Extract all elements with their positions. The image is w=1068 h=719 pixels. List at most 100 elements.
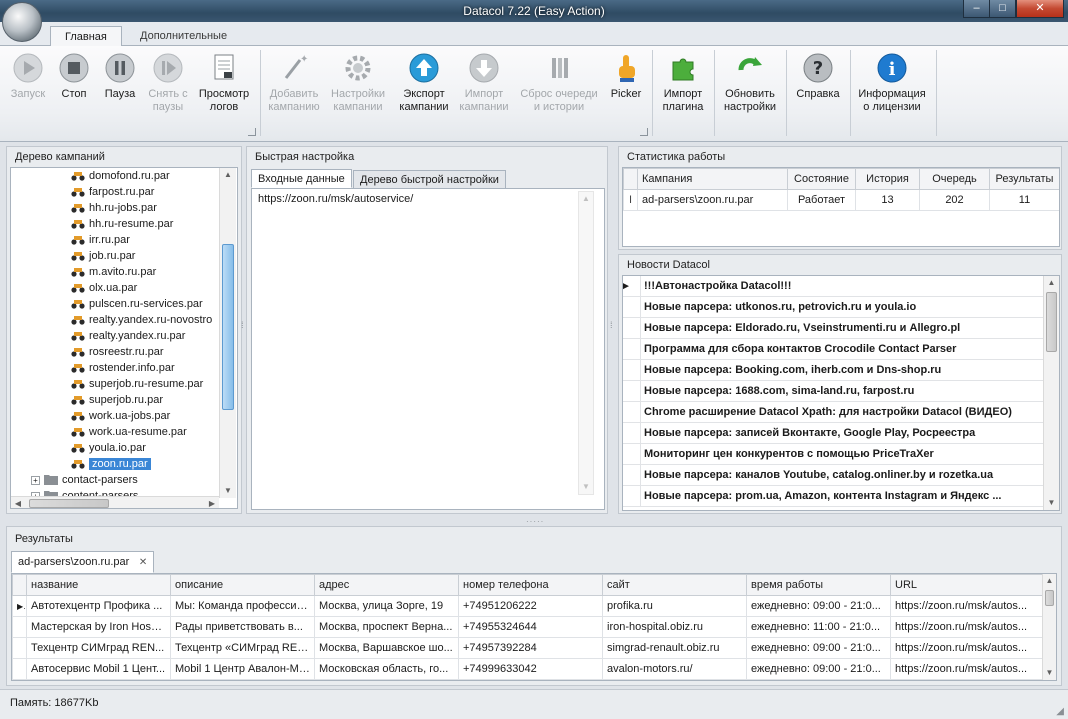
group-launcher-icon[interactable] xyxy=(640,128,648,136)
tab-quick-tree[interactable]: Дерево быстрой настройки xyxy=(353,170,506,189)
scroll-thumb[interactable] xyxy=(1046,292,1057,352)
tree-item[interactable]: hh.ru-jobs.par xyxy=(71,200,157,216)
picker-button[interactable]: Picker xyxy=(606,50,646,122)
tree-item[interactable]: olx.ua.par xyxy=(71,280,137,296)
tree-item[interactable]: farpost.ru.par xyxy=(71,184,154,200)
group-launcher-icon[interactable] xyxy=(248,128,256,136)
tab-main[interactable]: Главная xyxy=(50,26,122,47)
tab-extra[interactable]: Дополнительные xyxy=(126,26,241,47)
news-item[interactable]: Chrome расширение Datacol Xpath: для нас… xyxy=(623,402,1043,423)
news-scrollbar[interactable]: ▲ ▼ xyxy=(1043,276,1059,510)
tab-input-data[interactable]: Входные данные xyxy=(251,169,352,188)
splitter-grip-left[interactable]: ⁞ xyxy=(241,320,244,330)
close-tab-icon[interactable]: ✕ xyxy=(139,552,147,573)
tree-item[interactable]: domofond.ru.par xyxy=(71,168,170,184)
col-header-campaign[interactable]: Кампания xyxy=(637,168,788,190)
scroll-up-icon[interactable]: ▲ xyxy=(220,168,236,182)
col-header-url[interactable]: URL xyxy=(890,574,1043,596)
view-logs-button[interactable]: Просмотр логов xyxy=(196,50,252,122)
pause-button[interactable]: Пауза xyxy=(98,50,142,122)
splitter-grip-bottom[interactable]: ····· xyxy=(526,517,544,526)
expand-icon[interactable]: + xyxy=(31,476,40,485)
import-campaign-button[interactable]: Импорт кампании xyxy=(456,50,512,122)
resize-grip-icon[interactable]: ◢ xyxy=(1056,706,1064,717)
tree-item[interactable]: work.ua-jobs.par xyxy=(71,408,170,424)
results-grid[interactable]: название описание адрес номер телефона с… xyxy=(11,573,1057,681)
help-button[interactable]: ? Справка xyxy=(790,50,846,122)
tree-item[interactable]: rosreestr.ru.par xyxy=(71,344,164,360)
news-item[interactable]: ▸ !!!Автонастройка Datacol!!! xyxy=(623,276,1043,297)
tree-scrollbar[interactable]: ▲ ▼ xyxy=(219,168,236,498)
campaign-settings-button[interactable]: Настройки кампании xyxy=(328,50,388,122)
input-url-text[interactable]: https://zoon.ru/msk/autoservice/ xyxy=(258,193,578,205)
tree-item[interactable]: irr.ru.par xyxy=(71,232,130,248)
table-row[interactable]: Мастерская by Iron Hosp... Рады приветств… xyxy=(12,616,1043,638)
col-header-results[interactable]: Результаты xyxy=(989,168,1059,190)
col-header-site[interactable]: сайт xyxy=(602,574,747,596)
tree-item[interactable]: superjob.ru.par xyxy=(71,392,163,408)
scroll-down-icon[interactable]: ▼ xyxy=(220,484,236,498)
tree-item[interactable]: zoon.ru.par xyxy=(71,456,151,472)
minimize-button[interactable]: – xyxy=(963,0,990,18)
tree-item[interactable]: superjob.ru-resume.par xyxy=(71,376,203,392)
news-item[interactable]: Программа для сбора контактов Crocodile … xyxy=(623,339,1043,360)
tree-item[interactable]: hh.ru-resume.par xyxy=(71,216,173,232)
tree-item[interactable]: m.avito.ru.par xyxy=(71,264,156,280)
splitter-grip-right[interactable]: ⁞ xyxy=(610,320,613,330)
table-row[interactable]: ▶ Автотехцентр Профика ... Мы: Команда про… xyxy=(12,595,1043,617)
tree-hscrollbar[interactable]: ◀ ▶ xyxy=(11,496,219,508)
col-header-address[interactable]: адрес xyxy=(314,574,459,596)
tree-item[interactable]: work.ua-resume.par xyxy=(71,424,187,440)
stop-button[interactable]: Стоп xyxy=(54,50,94,122)
input-scrollbar[interactable]: ▲ ▼ xyxy=(578,191,594,495)
tree-item[interactable]: realty.yandex.ru-novostro xyxy=(71,312,212,328)
col-header-state[interactable]: Состояние xyxy=(787,168,856,190)
export-campaign-button[interactable]: Экспорт кампании xyxy=(394,50,454,122)
close-button[interactable]: ✕ xyxy=(1016,0,1064,18)
scroll-down-icon[interactable]: ▼ xyxy=(1043,666,1056,680)
col-header-queue[interactable]: Очередь xyxy=(919,168,990,190)
scroll-thumb[interactable] xyxy=(1045,590,1054,606)
scroll-up-icon[interactable]: ▲ xyxy=(579,192,593,206)
col-header-name[interactable]: название xyxy=(26,574,171,596)
news-item[interactable]: Новые парсера: записей Вконтакте, Google… xyxy=(623,423,1043,444)
hscroll-thumb[interactable] xyxy=(29,499,109,508)
col-header-description[interactable]: описание xyxy=(170,574,315,596)
results-tab[interactable]: ad-parsers\zoon.ru.par ✕ xyxy=(11,551,155,573)
start-button[interactable]: Запуск xyxy=(6,50,50,122)
scroll-thumb[interactable] xyxy=(222,244,234,410)
tree-item[interactable]: realty.yandex.ru.par xyxy=(71,328,185,344)
add-campaign-button[interactable]: ✦ Добавить кампанию xyxy=(264,50,324,122)
news-item[interactable]: Мониторинг цен конкурентов с помощью Pri… xyxy=(623,444,1043,465)
table-row[interactable]: Техцентр СИМград REN... Техцентр «СИМград… xyxy=(12,637,1043,659)
tree-item[interactable]: youla.io.par xyxy=(71,440,146,456)
news-list[interactable]: ▸ !!!Автонастройка Datacol!!! Новые парсер… xyxy=(622,275,1060,511)
news-item[interactable]: Новые парсера: prom.ua, Amazon, контента… xyxy=(623,486,1043,507)
table-row[interactable]: Автосервис Mobil 1 Цент... Mobil 1 Центр … xyxy=(12,658,1043,680)
tree-item[interactable]: job.ru.par xyxy=(71,248,135,264)
news-item[interactable]: Новые парсера: каналов Youtube, catalog.… xyxy=(623,465,1043,486)
app-menu-orb[interactable] xyxy=(2,2,42,42)
unpause-button[interactable]: Снять с паузы xyxy=(144,50,192,122)
import-plugin-button[interactable]: Импорт плагина xyxy=(656,50,710,122)
news-item[interactable]: Новые парсера: Eldorado.ru, Vseinstrumen… xyxy=(623,318,1043,339)
scroll-left-icon[interactable]: ◀ xyxy=(11,497,25,508)
update-settings-button[interactable]: Обновить настройки xyxy=(718,50,782,122)
results-scrollbar[interactable]: ▲ ▼ xyxy=(1042,574,1056,680)
scroll-up-icon[interactable]: ▲ xyxy=(1043,574,1056,588)
col-header-hours[interactable]: время работы xyxy=(746,574,891,596)
campaign-tree[interactable]: domofond.ru.par farpost.ru.par hh.ru-jobs.… xyxy=(10,167,238,509)
news-item[interactable]: Новые парсера: Booking.com, iherb.com и … xyxy=(623,360,1043,381)
reset-queue-button[interactable]: Сброс очереди и истории xyxy=(516,50,602,122)
scroll-right-icon[interactable]: ▶ xyxy=(205,497,219,508)
stats-row[interactable]: I ad-parsers\zoon.ru.par Работает 13 202… xyxy=(623,189,1059,211)
tree-item[interactable]: rostender.info.par xyxy=(71,360,175,376)
news-item[interactable]: Новые парсера: 1688.com, sima-land.ru, f… xyxy=(623,381,1043,402)
scroll-up-icon[interactable]: ▲ xyxy=(1044,276,1059,290)
work-stats-grid[interactable]: Кампания Состояние История Очередь Резул… xyxy=(622,167,1060,247)
maximize-button[interactable]: □ xyxy=(989,0,1016,18)
license-info-button[interactable]: i Информация о лицензии xyxy=(854,50,930,122)
scroll-down-icon[interactable]: ▼ xyxy=(579,480,593,494)
tree-item[interactable]: pulscen.ru-services.par xyxy=(71,296,203,312)
scroll-down-icon[interactable]: ▼ xyxy=(1044,496,1059,510)
